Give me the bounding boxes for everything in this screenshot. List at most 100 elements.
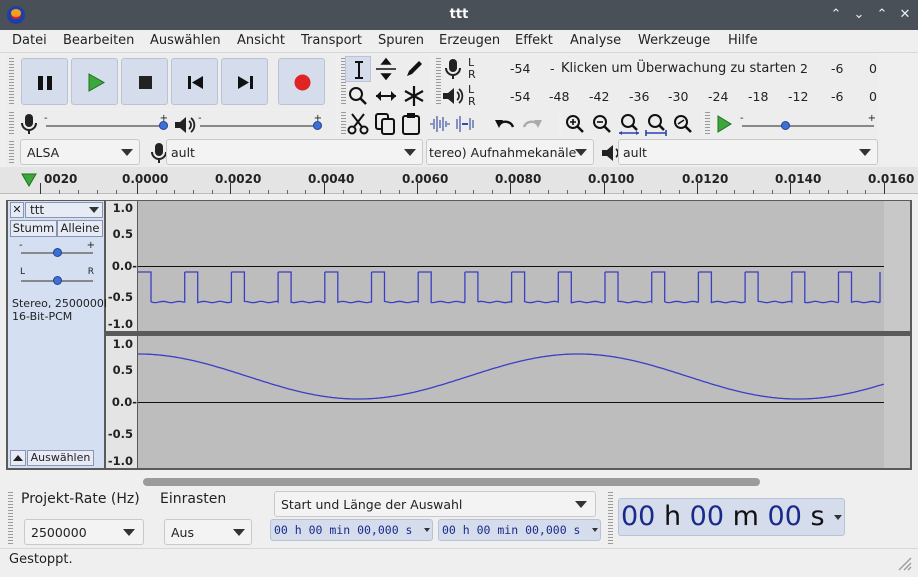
selection-start-timecode[interactable]: 00 h 00 min 00,000 s — [270, 519, 433, 541]
audio-position-timecode[interactable]: 00 h 00 m 00 s — [618, 498, 845, 536]
solo-button[interactable]: Alleine — [57, 220, 103, 237]
slider-thumb[interactable] — [159, 121, 168, 130]
menu-erzeugen[interactable]: Erzeugen — [439, 33, 500, 48]
zoom-tool-button[interactable] — [345, 83, 371, 109]
snap-to-select[interactable]: Aus — [164, 519, 252, 545]
play-at-speed-icon[interactable] — [710, 111, 736, 137]
mute-button[interactable]: Stumm — [10, 220, 57, 237]
close-track-icon[interactable]: ✕ — [10, 202, 24, 218]
menu-effekt[interactable]: Effekt — [515, 33, 553, 48]
timeshift-tool-button[interactable] — [373, 83, 399, 109]
track-pan-slider[interactable]: L R — [19, 267, 95, 288]
slider-thumb[interactable] — [313, 121, 322, 130]
vertical-scale-right-channel[interactable]: 1.0 0.5 0.0- -0.5 -1.0 — [106, 336, 137, 468]
waveform-left-channel[interactable] — [138, 201, 884, 331]
menu-spuren[interactable]: Spuren — [378, 33, 424, 48]
minimize-icon[interactable]: ⌄ — [850, 6, 868, 24]
resize-grip-icon[interactable] — [896, 555, 912, 571]
zoom-in-icon[interactable] — [562, 111, 588, 137]
trim-audio-icon[interactable] — [427, 111, 453, 137]
toolbar-grip[interactable] — [8, 492, 13, 544]
menu-datei[interactable]: Datei — [12, 33, 47, 48]
redo-icon[interactable] — [519, 111, 545, 137]
chevron-down-icon — [404, 149, 416, 156]
waveform-empty-region — [884, 201, 910, 331]
playback-device-value: ault — [623, 145, 647, 160]
audio-position-minutes: 00 — [689, 501, 725, 532]
stop-button[interactable] — [121, 58, 168, 105]
menu-bearbeiten[interactable]: Bearbeiten — [63, 33, 134, 48]
meter-tick: -48 — [549, 89, 570, 104]
playback-speed-slider[interactable]: - + — [740, 113, 876, 135]
cut-icon[interactable] — [345, 111, 371, 137]
horizontal-scrollbar[interactable] — [143, 478, 760, 486]
track-gain-slider[interactable]: - + — [19, 240, 95, 261]
zoom-toggle-icon[interactable] — [670, 111, 696, 137]
menu-hilfe[interactable]: Hilfe — [728, 33, 758, 48]
play-meter-speaker-icon[interactable] — [440, 84, 464, 108]
record-meter[interactable]: -54 - Klicken um Überwachung zu starten … — [478, 56, 878, 82]
skip-to-start-button[interactable] — [171, 58, 218, 105]
toolbar-grip[interactable] — [9, 58, 14, 106]
recording-volume-slider[interactable]: - + — [44, 113, 168, 135]
pause-button[interactable] — [21, 58, 68, 105]
edit-toolbar — [339, 110, 559, 138]
project-rate-select[interactable]: 2500000 — [24, 519, 144, 545]
collapse-track-button[interactable] — [10, 450, 26, 466]
slider-thumb[interactable] — [781, 121, 790, 130]
play-button[interactable] — [71, 58, 118, 105]
maximize-icon[interactable]: ⌃ — [873, 6, 891, 24]
menu-werkzeuge[interactable]: Werkzeuge — [638, 33, 710, 48]
envelope-tool-button[interactable] — [373, 56, 399, 82]
meter-tick: -6 — [831, 61, 844, 76]
draw-tool-button[interactable] — [401, 56, 427, 82]
menu-analyse[interactable]: Analyse — [570, 33, 621, 48]
close-icon[interactable]: ✕ — [896, 6, 914, 24]
undo-icon[interactable] — [492, 111, 518, 137]
recording-channels-select[interactable]: tereo) Aufnahmekanäle — [426, 139, 594, 165]
playback-volume-slider[interactable]: - + — [198, 113, 322, 135]
menu-transport[interactable]: Transport — [301, 33, 362, 48]
waveform-right-channel[interactable] — [138, 336, 884, 468]
silence-audio-icon[interactable] — [453, 111, 479, 137]
chevron-down-icon[interactable] — [592, 528, 598, 532]
select-track-button[interactable]: Auswählen — [27, 450, 94, 466]
selection-tool-button[interactable] — [345, 56, 371, 82]
selection-length-timecode[interactable]: 00 h 00 min 00,000 s — [438, 519, 601, 541]
timeline-ruler[interactable]: 0020 0.0000 0.0020 0.0040 0.0060 0.0080 … — [0, 167, 918, 194]
play-head-icon[interactable] — [20, 172, 38, 188]
menu-auswaehlen[interactable]: Auswählen — [150, 33, 221, 48]
playback-meter[interactable]: -54 -48 -42 -36 -30 -24 -18 -12 -6 0 — [478, 83, 878, 109]
chevron-down-icon[interactable] — [834, 515, 842, 520]
toolbar-grip[interactable] — [9, 112, 14, 136]
skip-to-end-button[interactable] — [221, 58, 268, 105]
audio-position-seconds-unit: s — [810, 501, 825, 532]
track-format-rate: Stereo, 2500000Hz — [12, 297, 118, 310]
toolbar-grip[interactable] — [608, 492, 613, 544]
recording-device-select[interactable]: ault — [166, 139, 423, 165]
playback-device-select[interactable]: ault — [618, 139, 878, 165]
toolbar-grip[interactable] — [9, 141, 14, 165]
slider-thumb[interactable] — [53, 276, 62, 285]
record-button[interactable] — [278, 58, 325, 105]
track-control-panel[interactable]: ✕ ttt Stumm Alleine - + L R Stereo, 2500… — [8, 201, 118, 468]
menu-ansicht[interactable]: Ansicht — [237, 33, 285, 48]
track-name-menu[interactable]: ttt — [25, 202, 103, 218]
window-shade-icon[interactable]: ⌃ — [827, 6, 845, 24]
multi-tool-button[interactable] — [401, 83, 427, 109]
selection-mode-select[interactable]: Start und Länge der Auswahl — [274, 491, 596, 517]
meter-monitor-prompt[interactable]: Klicken um Überwachung zu starten — [561, 61, 796, 76]
fit-project-icon[interactable] — [643, 111, 669, 137]
record-meter-microphone-icon[interactable] — [442, 57, 464, 81]
sine-waveform — [138, 353, 884, 403]
selection-mode-value: Start und Länge der Auswahl — [281, 497, 463, 512]
slider-thumb[interactable] — [53, 248, 62, 257]
copy-icon[interactable] — [372, 111, 398, 137]
paste-icon[interactable] — [399, 111, 425, 137]
i-beam-icon — [355, 61, 363, 79]
vertical-scale-left-channel[interactable]: 1.0 0.5 0.0- -0.5 -1.0 — [106, 201, 137, 331]
fit-selection-icon[interactable] — [616, 111, 642, 137]
audio-host-select[interactable]: ALSA — [20, 139, 140, 165]
chevron-down-icon[interactable] — [424, 528, 430, 532]
zoom-out-icon[interactable] — [589, 111, 615, 137]
